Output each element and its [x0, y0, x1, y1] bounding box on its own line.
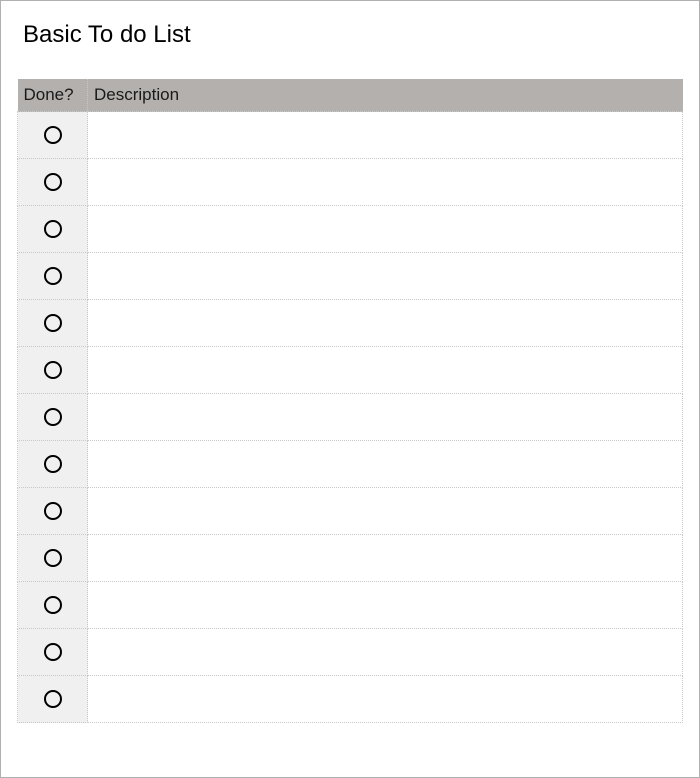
- todo-list-container: Basic To do List Done? Description: [0, 0, 700, 778]
- circle-icon: [44, 267, 62, 285]
- circle-icon: [44, 549, 62, 567]
- done-cell[interactable]: [18, 629, 88, 676]
- table-row: [18, 300, 683, 347]
- description-cell: [88, 300, 683, 347]
- description-input[interactable]: [88, 220, 682, 238]
- done-cell[interactable]: [18, 582, 88, 629]
- page-title: Basic To do List: [17, 21, 683, 49]
- table-row: [18, 347, 683, 394]
- description-cell: [88, 394, 683, 441]
- done-cell[interactable]: [18, 535, 88, 582]
- description-input[interactable]: [88, 455, 682, 473]
- column-header-description: Description: [88, 79, 683, 112]
- description-input[interactable]: [88, 502, 682, 520]
- description-cell: [88, 441, 683, 488]
- description-input[interactable]: [88, 549, 682, 567]
- table-row: [18, 206, 683, 253]
- circle-icon: [44, 455, 62, 473]
- done-cell[interactable]: [18, 300, 88, 347]
- done-cell[interactable]: [18, 253, 88, 300]
- description-input[interactable]: [88, 361, 682, 379]
- circle-icon: [44, 408, 62, 426]
- circle-icon: [44, 596, 62, 614]
- description-input[interactable]: [88, 690, 682, 708]
- circle-icon: [44, 643, 62, 661]
- description-input[interactable]: [88, 267, 682, 285]
- description-cell: [88, 629, 683, 676]
- done-cell[interactable]: [18, 441, 88, 488]
- description-input[interactable]: [88, 173, 682, 191]
- table-row: [18, 441, 683, 488]
- table-row: [18, 488, 683, 535]
- table-row: [18, 535, 683, 582]
- table-row: [18, 253, 683, 300]
- table-row: [18, 112, 683, 159]
- description-input[interactable]: [88, 643, 682, 661]
- description-cell: [88, 488, 683, 535]
- done-cell[interactable]: [18, 347, 88, 394]
- circle-icon: [44, 220, 62, 238]
- description-cell: [88, 676, 683, 723]
- table-header-row: Done? Description: [18, 79, 683, 112]
- description-input[interactable]: [88, 408, 682, 426]
- circle-icon: [44, 361, 62, 379]
- circle-icon: [44, 126, 62, 144]
- done-cell[interactable]: [18, 488, 88, 535]
- description-cell: [88, 206, 683, 253]
- done-cell[interactable]: [18, 394, 88, 441]
- description-cell: [88, 112, 683, 159]
- table-row: [18, 676, 683, 723]
- description-cell: [88, 535, 683, 582]
- circle-icon: [44, 690, 62, 708]
- description-cell: [88, 347, 683, 394]
- description-cell: [88, 582, 683, 629]
- description-input[interactable]: [88, 126, 682, 144]
- table-row: [18, 394, 683, 441]
- table-row: [18, 159, 683, 206]
- column-header-done: Done?: [18, 79, 88, 112]
- circle-icon: [44, 314, 62, 332]
- done-cell[interactable]: [18, 159, 88, 206]
- circle-icon: [44, 502, 62, 520]
- done-cell[interactable]: [18, 676, 88, 723]
- table-row: [18, 629, 683, 676]
- table-row: [18, 582, 683, 629]
- description-cell: [88, 253, 683, 300]
- circle-icon: [44, 173, 62, 191]
- description-input[interactable]: [88, 314, 682, 332]
- description-cell: [88, 159, 683, 206]
- done-cell[interactable]: [18, 206, 88, 253]
- todo-table: Done? Description: [17, 79, 683, 723]
- description-input[interactable]: [88, 596, 682, 614]
- done-cell[interactable]: [18, 112, 88, 159]
